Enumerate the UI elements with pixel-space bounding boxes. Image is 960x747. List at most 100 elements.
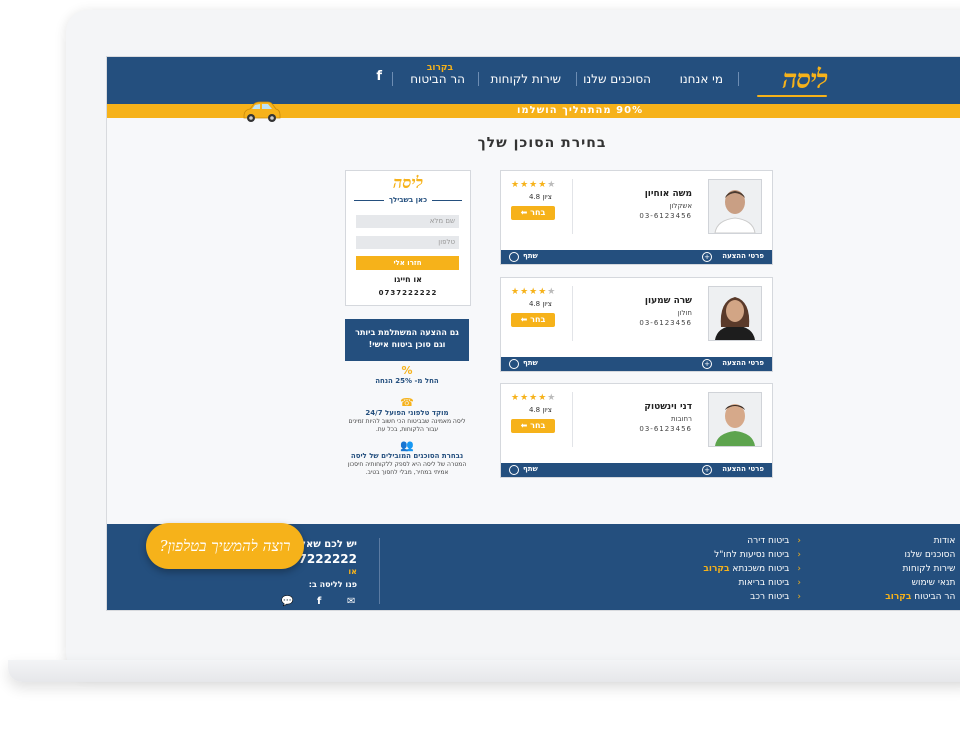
agent-name: משה אוחיון (644, 189, 692, 199)
nav-about[interactable]: מי אנחנו (680, 72, 723, 86)
agent-score: ציון 4.8 (529, 300, 552, 308)
footer-link-about[interactable]: ‹אודות (885, 534, 960, 548)
footer-link-service[interactable]: ‹שירות לקוחות (885, 562, 960, 576)
agent-city: אשקלון (669, 202, 692, 210)
agent-phone: 03-6123456 (639, 425, 692, 433)
feature-title: החל מ- 25% הנחה (375, 377, 439, 385)
share-icon[interactable] (509, 252, 519, 262)
footer-link-mortgage[interactable]: ‹ביטוח משכנתא בקרוב (703, 562, 801, 576)
full-name-field[interactable]: שם מלא (356, 215, 459, 228)
offer-details-link[interactable]: פרטי ההצעה (722, 465, 764, 473)
agent-card: דני וינשטוק רחובות 03-6123456 ★★★★★ ציון… (500, 383, 773, 478)
chevron-icon: ‹ (797, 536, 801, 546)
agent-card: משה אוחיון אשקלון 03-6123456 ★★★★★ ציון … (500, 170, 773, 265)
feature-title: נבחרת הסוכנים המובילים של ליסה (350, 452, 464, 460)
plus-icon[interactable]: + (702, 252, 712, 262)
chat-icon[interactable]: 💬 (281, 596, 293, 607)
facebook-icon[interactable]: f (317, 596, 321, 607)
nav-customer-service[interactable]: שירות לקוחות (490, 72, 561, 86)
agent-phone: 03-6123456 (639, 319, 692, 327)
callback-button[interactable]: חזרו אלי (356, 256, 459, 270)
rating-stars: ★★★★★ (511, 393, 557, 403)
offer-details-link[interactable]: פרטי ההצעה (722, 359, 764, 367)
agent-photo (708, 392, 762, 447)
card-footer-bar: פרטי ההצעה + שתף (501, 463, 772, 477)
phone-field[interactable]: טלפון (356, 236, 459, 249)
mail-icon[interactable]: ✉ (347, 596, 355, 607)
phone-icon: ☎ (400, 396, 414, 409)
footer-links-col1: ‹אודות ‹הסוכנים שלנו ‹שירות לקוחות ‹תנאי… (885, 534, 960, 604)
percent-icon: % (401, 364, 413, 377)
chevron-icon: ‹ (797, 550, 801, 560)
share-icon[interactable] (509, 465, 519, 475)
footer-link-agents[interactable]: ‹הסוכנים שלנו (885, 548, 960, 562)
continue-by-phone-button[interactable]: רוצה להמשיך בטלפון? (146, 523, 304, 569)
footer-contact-label: פנו לליסה ב: (308, 580, 357, 589)
callback-form: ליסה כאן בשבילך שם מלא טלפון חזרו אלי או… (345, 170, 471, 306)
share-link[interactable]: שתף (523, 252, 538, 260)
footer-or: או (348, 567, 357, 576)
people-icon: 👥 (400, 439, 414, 452)
share-icon[interactable] (509, 359, 519, 369)
nav-insurance-mountain[interactable]: הר הביטוח (410, 72, 465, 86)
feature-phone-center: ☎ מוקד טלפוני הפועל 24/7 ליסה מאמינה שבב… (345, 397, 469, 434)
card-divider (572, 286, 573, 341)
coming-soon-badge: בקרוב (426, 63, 453, 73)
facebook-icon[interactable]: f (376, 69, 382, 84)
feature-title: מוקד טלפוני הפועל 24/7 (365, 409, 449, 417)
agent-city: רחובות (671, 415, 692, 423)
card-divider (572, 392, 573, 447)
footer-link-travel[interactable]: ‹ביטוח נסיעות לחו"ל (703, 548, 801, 562)
agent-score: ציון 4.8 (529, 193, 552, 201)
agent-name: שרה שמעון (644, 296, 692, 306)
choose-agent-button[interactable]: בחר ⬅ (511, 419, 555, 433)
agent-card: שרה שמעון חולון 03-6123456 ★★★★★ ציון 4.… (500, 277, 773, 372)
footer-link-car[interactable]: ‹ביטוח רכב (703, 590, 801, 604)
feature-text: המטרה של ליסה היא לספק ללקוחותיה חיסכון … (347, 461, 467, 476)
feature-agents-team: 👥 נבחרת הסוכנים המובילים של ליסה המטרה ש… (345, 440, 469, 477)
nav-agents[interactable]: הסוכנים שלנו (583, 72, 651, 86)
promo-box: גם ההצעה המשתלמת ביותר וגם סוכן ביטוח אי… (345, 319, 469, 361)
nav-divider (576, 72, 577, 86)
page-title: בחירת הסוכן שלך (477, 135, 607, 151)
plus-icon[interactable]: + (702, 465, 712, 475)
rating-stars: ★★★★★ (511, 180, 557, 190)
top-navbar: ליסה מי אנחנו הסוכנים שלנו שירות לקוחות … (107, 57, 960, 104)
laptop-base (8, 660, 960, 682)
share-link[interactable]: שתף (523, 465, 538, 473)
nav-divider (392, 72, 393, 86)
footer-link-home[interactable]: ‹ביטוח דירה (703, 534, 801, 548)
progress-label: 90% מהתהליך הושלמו (517, 105, 644, 116)
chevron-icon: ‹ (797, 578, 801, 588)
plus-icon[interactable]: + (702, 359, 712, 369)
site-logo[interactable]: ליסה (782, 65, 828, 95)
rating-stars: ★★★★★ (511, 287, 557, 297)
choose-agent-button[interactable]: בחר ⬅ (511, 206, 555, 220)
agent-photo (708, 179, 762, 234)
agent-photo (708, 286, 762, 341)
form-phone[interactable]: 0737222222 (346, 289, 470, 297)
or-call-label: או חייגו (394, 275, 422, 284)
offer-details-link[interactable]: פרטי ההצעה (722, 252, 764, 260)
footer-question: יש לכם שאל (299, 539, 357, 550)
card-divider (572, 179, 573, 234)
chevron-icon: ‹ (797, 592, 801, 602)
tagline-line (432, 200, 462, 201)
nav-divider (738, 72, 739, 86)
feature-text: ליסה מאמינה שבביטוח הכי חשוב להיות זמיני… (348, 418, 466, 433)
promo-line: גם ההצעה המשתלמת ביותר (355, 328, 459, 337)
footer-link-mountain[interactable]: ‹הר הביטוח בקרוב (885, 590, 960, 604)
agent-city: חולון (677, 309, 692, 317)
promo-line: וגם סוכן ביטוח אישי! (368, 340, 446, 349)
choose-agent-button[interactable]: בחר ⬅ (511, 313, 555, 327)
car-icon (243, 101, 281, 122)
share-link[interactable]: שתף (523, 359, 538, 367)
footer-link-health[interactable]: ‹ביטוח בריאות (703, 576, 801, 590)
footer-divider (379, 538, 380, 604)
nav-divider (478, 72, 479, 86)
agent-score: ציון 4.8 (529, 406, 552, 414)
form-logo: ליסה (393, 173, 423, 192)
footer-link-terms[interactable]: ‹תנאי שימוש (885, 576, 960, 590)
card-footer-bar: פרטי ההצעה + שתף (501, 250, 772, 264)
logo-swoosh (757, 95, 827, 97)
